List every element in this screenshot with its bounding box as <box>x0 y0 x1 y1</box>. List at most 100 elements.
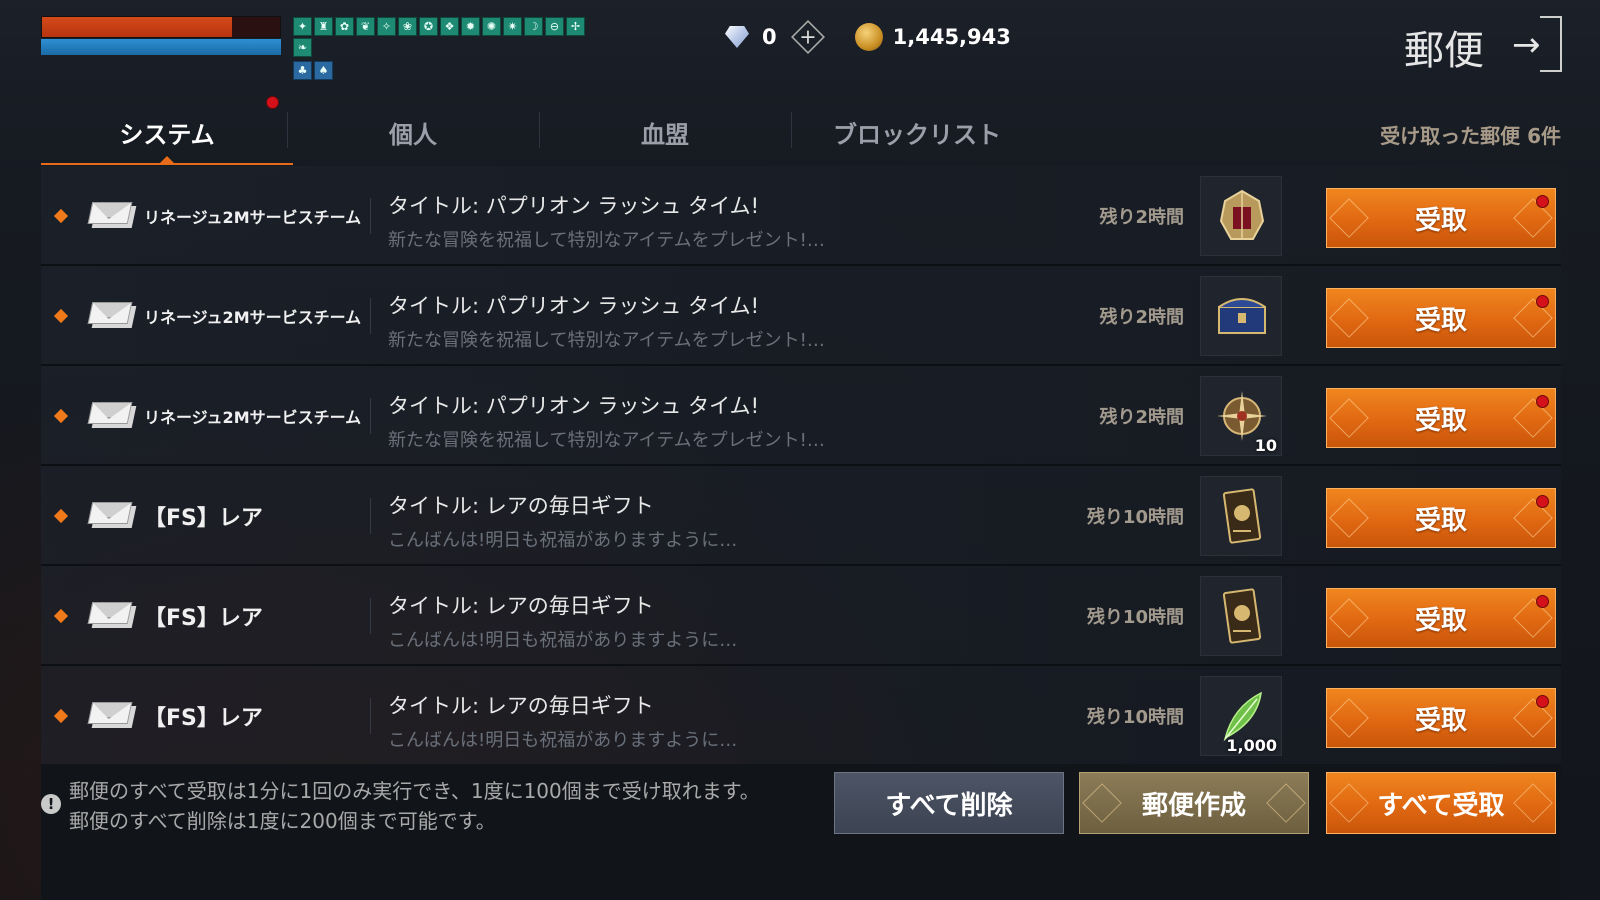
chest-icon <box>1213 287 1271 345</box>
buff-icon[interactable]: ⊖ <box>545 17 564 36</box>
notice-text: 郵便のすべて受取は1分に1回のみ実行でき、1度に100個まで受け取れます。 郵便… <box>69 776 760 836</box>
claim-all-button[interactable]: すべて受取 <box>1326 772 1556 834</box>
envelope-icon <box>87 502 137 530</box>
claim-label: 受取 <box>1414 305 1467 336</box>
compose-label: 郵便作成 <box>1141 790 1246 821</box>
mail-sender: リネージュ2Mサービスチーム <box>144 308 362 327</box>
mail-sender: 【FS】レア <box>144 706 263 731</box>
claim-button[interactable]: 受取 <box>1326 288 1556 348</box>
mail-preview: こんばんは!明日も祝福がありますように… <box>388 630 738 651</box>
mail-title: タイトル: レアの毎日ギフト <box>388 494 654 518</box>
plus-icon: + <box>798 24 817 49</box>
buff-icon[interactable]: ✧ <box>377 17 396 36</box>
time-remaining: 残り2時間 <box>1099 307 1184 328</box>
claim-button[interactable]: 受取 <box>1326 688 1556 748</box>
mail-sender: 【FS】レア <box>144 606 263 631</box>
mail-row[interactable]: リネージュ2Mサービスチーム タイトル: パプリオン ラッシュ タイム! 新たな… <box>41 166 1561 266</box>
delete-all-button[interactable]: すべて削除 <box>834 772 1064 834</box>
mail-preview: 新たな冒険を祝福して特別なアイテムをプレゼント!… <box>388 330 825 351</box>
notice-line: 郵便のすべて受取は1分に1回のみ実行でき、1度に100個まで受け取れます。 <box>69 779 760 803</box>
attached-item[interactable]: 10 <box>1200 376 1282 456</box>
buff-icon[interactable]: ♜ <box>314 17 333 36</box>
mail-preview: こんばんは!明日も祝福がありますように… <box>388 730 738 751</box>
exit-button[interactable]: → <box>1512 16 1562 72</box>
mail-row[interactable]: 【FS】レア タイトル: レアの毎日ギフト こんばんは!明日も祝福がありますよう… <box>41 566 1561 666</box>
mail-row[interactable]: 【FS】レア タイトル: レアの毎日ギフト こんばんは!明日も祝福がありますよう… <box>41 466 1561 566</box>
claim-button[interactable]: 受取 <box>1326 188 1556 248</box>
mail-sender: 【FS】レア <box>144 506 263 531</box>
attached-item[interactable] <box>1200 576 1282 656</box>
envelope-icon <box>87 302 137 330</box>
mail-preview: こんばんは!明日も祝福がありますように… <box>388 530 738 551</box>
claim-label: 受取 <box>1414 705 1467 736</box>
notification-dot <box>1536 495 1549 508</box>
card-icon <box>1213 587 1271 645</box>
mail-sender: リネージュ2Mサービスチーム <box>144 408 362 427</box>
time-remaining: 残り10時間 <box>1086 607 1184 628</box>
mail-preview: 新たな冒険を祝福して特別なアイテムをプレゼント!… <box>388 230 825 251</box>
tab-personal[interactable]: 個人 <box>287 100 539 165</box>
buff-icon[interactable]: ❖ <box>440 17 459 36</box>
notification-dot <box>1536 695 1549 708</box>
claim-label: 受取 <box>1414 405 1467 436</box>
mail-row[interactable]: 【FS】レア タイトル: レアの毎日ギフト こんばんは!明日も祝福がありますよう… <box>41 666 1561 764</box>
mail-title: タイトル: パプリオン ラッシュ タイム! <box>388 294 760 318</box>
buff-icon[interactable]: ✿ <box>335 17 354 36</box>
button-ornament <box>1329 398 1369 438</box>
unread-marker-icon <box>53 608 69 624</box>
attached-item[interactable] <box>1200 276 1282 356</box>
buff-icon[interactable]: ✪ <box>419 17 438 36</box>
tab-label: 個人 <box>389 121 437 149</box>
claim-label: 受取 <box>1414 205 1467 236</box>
currency-bar: 0 + 1,445,943 <box>722 20 1011 54</box>
mail-title: タイトル: レアの毎日ギフト <box>388 694 654 718</box>
buff-icons[interactable]: ✦ ♜ ✿ ❦ ✧ ❀ ✪ ❖ ✹ ✺ ✷ ☽ ⊖ ✢ ❧ ♣ ♠ <box>293 17 588 80</box>
button-ornament <box>1082 783 1122 823</box>
mail-row[interactable]: リネージュ2Mサービスチーム タイトル: パプリオン ラッシュ タイム! 新たな… <box>41 366 1561 466</box>
notification-dot <box>266 96 279 109</box>
claim-label: 受取 <box>1414 505 1467 536</box>
claim-button[interactable]: 受取 <box>1326 588 1556 648</box>
attached-item[interactable] <box>1200 176 1282 256</box>
item-quantity: 10 <box>1254 436 1277 455</box>
claim-label: 受取 <box>1414 605 1467 636</box>
buff-icon[interactable]: ❀ <box>398 17 417 36</box>
button-ornament <box>1329 298 1369 338</box>
buff-icon[interactable]: ✺ <box>482 17 501 36</box>
claim-button[interactable]: 受取 <box>1326 488 1556 548</box>
active-caret-icon <box>159 156 175 164</box>
add-gems-button[interactable]: + <box>790 20 825 54</box>
buff-icon[interactable]: ❦ <box>356 17 375 36</box>
buff-icon[interactable]: ✢ <box>566 17 585 36</box>
unread-marker-icon <box>53 508 69 524</box>
envelope-icon <box>87 602 137 630</box>
buff-icon[interactable]: ♣ <box>293 61 312 80</box>
top-hud: ✦ ♜ ✿ ❦ ✧ ❀ ✪ ❖ ✹ ✺ ✷ ☽ ⊖ ✢ ❧ ♣ ♠ 0 + 1,445,943 郵便 → <box>0 0 1600 90</box>
tab-system[interactable]: システム <box>41 96 293 165</box>
item-quantity: 1,000 <box>1226 736 1277 755</box>
mail-row[interactable]: リネージュ2Mサービスチーム タイトル: パプリオン ラッシュ タイム! 新たな… <box>41 266 1561 366</box>
buff-icon[interactable]: ☽ <box>524 17 543 36</box>
mail-tabs: システム 個人 血盟 ブロックリスト 受け取った郵便 6件 <box>41 96 1561 165</box>
buff-icon[interactable]: ♠ <box>314 61 333 80</box>
compose-mail-button[interactable]: 郵便作成 <box>1079 772 1309 834</box>
mail-sender: リネージュ2Mサービスチーム <box>144 208 362 227</box>
attached-item[interactable] <box>1200 476 1282 556</box>
time-remaining: 残り10時間 <box>1086 707 1184 728</box>
tab-blocklist[interactable]: ブロックリスト <box>791 100 1043 165</box>
tab-clan[interactable]: 血盟 <box>539 100 791 165</box>
claim-button[interactable]: 受取 <box>1326 388 1556 448</box>
mail-list[interactable]: リネージュ2Mサービスチーム タイトル: パプリオン ラッシュ タイム! 新たな… <box>41 166 1561 764</box>
time-remaining: 残り2時間 <box>1099 407 1184 428</box>
mail-title: タイトル: レアの毎日ギフト <box>388 594 654 618</box>
column-divider <box>370 598 371 634</box>
attached-item[interactable]: 1,000 <box>1200 676 1282 756</box>
buff-icon[interactable]: ✦ <box>293 17 312 36</box>
buff-icon[interactable]: ✷ <box>503 17 522 36</box>
notification-dot <box>1536 295 1549 308</box>
button-ornament <box>1513 783 1553 823</box>
received-mail-count: 受け取った郵便 6件 <box>1380 124 1561 148</box>
tab-label: システム <box>119 121 215 149</box>
buff-icon[interactable]: ❧ <box>293 38 312 57</box>
buff-icon[interactable]: ✹ <box>461 17 480 36</box>
